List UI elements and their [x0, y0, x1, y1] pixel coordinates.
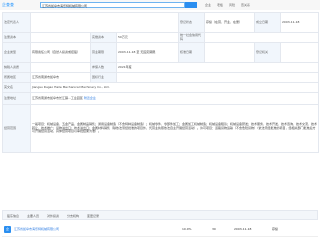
region-value: 江苏省南通市如皋市: [30, 72, 91, 83]
tab-shareholders[interactable]: 股东信息: [7, 214, 19, 218]
row-company-name[interactable]: 江苏省如皋市海乐特机械有限公司: [14, 227, 59, 231]
tab-branches[interactable]: 分支机构: [67, 214, 79, 218]
nav-link-boss[interactable]: 老板: [217, 3, 223, 7]
company-type-value: 有限责任公司（自然人投资或控股）: [30, 42, 91, 63]
industry-value: [116, 72, 319, 83]
english-name-label: 英文名: [2, 82, 31, 93]
legal-rep-value[interactable]: [30, 12, 179, 33]
authority-value: [280, 42, 319, 63]
scope-value: 一般项目：机械设备、五金产品、金属制品销售；通用设备制造（不含特种设备制造）；机…: [30, 104, 319, 153]
credit-code-label: 统一社会信用代码: [178, 32, 205, 43]
region-label: 所属地区: [2, 72, 31, 83]
nav-link-relation[interactable]: 查关系: [241, 3, 250, 7]
reg-status-value: 存续（在营、开业、在册）: [204, 12, 255, 33]
credit-code-value: [204, 32, 319, 43]
address-label: 注册地址: [2, 92, 31, 105]
tab-change-records[interactable]: 变更记录: [87, 214, 99, 218]
company-type-label: 企业类型: [2, 42, 31, 63]
reg-capital-value: [30, 32, 91, 43]
address-cell: 江苏省南通市如皋市长江镇...工业园区 附近企业: [30, 92, 319, 105]
tab-investments[interactable]: 对外投资: [47, 214, 59, 218]
address-value: 江苏省南通市如皋市长江镇...工业园区: [32, 95, 83, 100]
english-name-value: Jiangsu Rugao Haile Mechanical Machinery…: [30, 82, 319, 93]
nearby-companies-link[interactable]: 附近企业: [84, 96, 96, 100]
search-input-text: 江苏省如皋市海乐特机械有限公司: [42, 4, 88, 8]
nav-link-company[interactable]: 企业: [205, 3, 211, 7]
approval-date-label: 核准日期: [178, 42, 205, 63]
industry-label: 国标行业: [90, 72, 117, 83]
search-input[interactable]: 江苏省如皋市海乐特机械有限公司: [40, 2, 185, 8]
paid-capital-value: 50万元: [116, 32, 179, 43]
row-value-2: 30: [212, 227, 216, 231]
table-row[interactable]: 企 江苏省如皋市海乐特机械有限公司 10.0% 30 2003-11-18 存续: [2, 223, 318, 237]
row-value-1: 10.0%: [182, 227, 192, 231]
tab-key-personnel[interactable]: 主要人员: [27, 214, 39, 218]
business-term-value: 2003-11-18 至 无固定期限: [116, 42, 179, 63]
row-value-3: 2003-11-18: [234, 227, 252, 231]
reg-capital-label: 注册资本: [2, 32, 31, 43]
scope-label: 经营范围: [2, 104, 31, 153]
company-info-table: 法定代表人 登记状态 存续（在营、开业、在册） 成立日期 2003-11-18 …: [2, 12, 319, 153]
legal-rep-label: 法定代表人: [2, 12, 31, 33]
established-value: 2003-11-18: [280, 12, 319, 33]
reg-status-label: 登记状态: [178, 12, 205, 33]
row-value-4: 存续: [272, 227, 279, 231]
top-bar: 企查查 江苏省如皋市海乐特机械有限公司 企业 老板 风险 查关系: [0, 0, 320, 10]
taxpayer-value: [30, 62, 91, 73]
approval-date-value: [204, 42, 255, 63]
business-term-label: 营业期限: [90, 42, 117, 63]
authority-label: 登记机关: [254, 42, 281, 63]
taxpayer-label: 纳税人资质: [2, 62, 31, 73]
established-label: 成立日期: [254, 12, 281, 33]
insured-label: 参保人数: [90, 62, 117, 73]
insured-value: 2021年度: [116, 62, 319, 73]
logo[interactable]: 企查查: [2, 2, 14, 8]
paid-capital-label: 实缴资本: [90, 32, 117, 43]
search-button[interactable]: [185, 2, 197, 8]
company-logo-icon: 企: [4, 226, 11, 233]
bottom-tabs: 股东信息 主要人员 对外投资 分支机构 变更记录: [2, 210, 318, 220]
nav-link-risk[interactable]: 风险: [229, 3, 235, 7]
